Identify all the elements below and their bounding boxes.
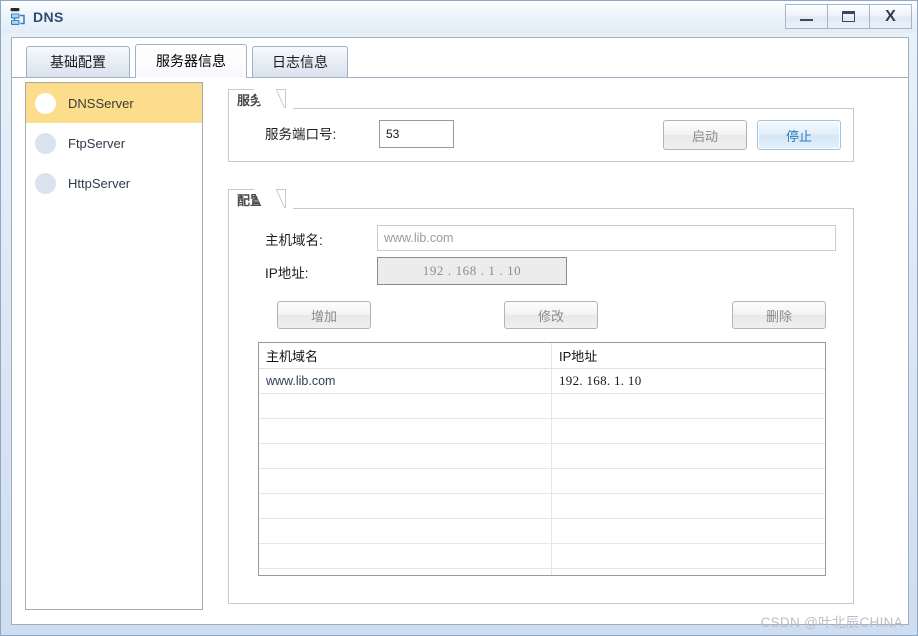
ip-address-input[interactable]: 192 . 168 . 1 . 10 — [377, 257, 567, 285]
tab-label: 日志信息 — [272, 52, 328, 72]
table-row[interactable]: www.lib.com 192. 168. 1. 10 — [259, 369, 825, 394]
maximize-icon — [842, 11, 855, 22]
client-area: 基础配置 服务器信息 日志信息 DNSServer FtpServer — [11, 37, 909, 625]
window-controls: X — [785, 4, 912, 29]
table-cell-ip — [552, 494, 825, 518]
table-cell-domain — [259, 544, 552, 568]
sidebar-item-ftpserver[interactable]: FtpServer — [26, 123, 202, 163]
start-service-button[interactable]: 启动 — [663, 120, 747, 150]
groupbox-border-cover — [229, 208, 293, 210]
table-header-ip: IP地址 — [552, 343, 825, 368]
server-list[interactable]: DNSServer FtpServer HttpServer — [25, 82, 203, 610]
service-groupbox: 服务 服务端口号: 53 启动 停止 — [228, 108, 854, 162]
table-cell-ip — [552, 569, 825, 576]
table-header-row: 主机域名 IP地址 — [259, 343, 825, 369]
table-cell-ip — [552, 444, 825, 468]
stop-button-label: 停止 — [786, 126, 812, 145]
table-cell-ip — [552, 394, 825, 418]
maximize-button[interactable] — [827, 4, 870, 29]
server-status-icon — [35, 173, 56, 194]
table-row[interactable] — [259, 569, 825, 576]
table-row[interactable] — [259, 419, 825, 444]
service-groupbox-title-tab: 服务 — [228, 89, 286, 109]
domain-name-placeholder: www.lib.com — [384, 231, 453, 245]
table-cell-domain — [259, 519, 552, 543]
table-cell-domain — [259, 419, 552, 443]
modify-button-label: 修改 — [538, 306, 564, 325]
service-port-value: 53 — [386, 127, 399, 141]
table-row[interactable] — [259, 444, 825, 469]
table-cell-domain — [259, 444, 552, 468]
modify-record-button[interactable]: 修改 — [504, 301, 598, 329]
table-cell-ip: 192. 168. 1. 10 — [552, 369, 825, 393]
table-cell-domain — [259, 394, 552, 418]
table-row[interactable] — [259, 494, 825, 519]
sidebar-item-label: HttpServer — [68, 177, 130, 190]
tab-server-info[interactable]: 服务器信息 — [135, 44, 247, 77]
minimize-button[interactable] — [785, 4, 828, 29]
sidebar-item-label: FtpServer — [68, 137, 125, 150]
table-cell-domain — [259, 569, 552, 576]
delete-button-label: 删除 — [766, 306, 792, 325]
table-row[interactable] — [259, 544, 825, 569]
watermark-text: CSDN @叶北辰CHINA — [761, 611, 903, 631]
table-cell-domain — [259, 469, 552, 493]
table-cell-ip — [552, 469, 825, 493]
close-button[interactable]: X — [869, 4, 912, 29]
groupbox-border-cover — [229, 108, 293, 110]
table-row[interactable] — [259, 469, 825, 494]
service-port-input[interactable]: 53 — [379, 120, 454, 148]
ip-address-label: IP地址: — [265, 267, 309, 281]
window-titlebar: DNS X — [1, 1, 918, 33]
table-cell-ip — [552, 419, 825, 443]
stop-service-button[interactable]: 停止 — [757, 120, 841, 150]
window-title: DNS — [33, 10, 64, 25]
sidebar-item-httpserver[interactable]: HttpServer — [26, 163, 202, 203]
table-cell-domain — [259, 494, 552, 518]
table-row[interactable] — [259, 519, 825, 544]
config-groupbox-title: 配置 — [237, 190, 263, 209]
sidebar-item-dnsserver[interactable]: DNSServer — [26, 83, 202, 123]
panel-body: DNSServer FtpServer HttpServer 服务 服务端口号: — [12, 78, 908, 624]
tab-active-connector — [136, 77, 246, 79]
service-groupbox-title: 服务 — [237, 90, 263, 109]
tab-label: 服务器信息 — [156, 51, 226, 71]
service-port-label: 服务端口号: — [265, 128, 336, 142]
minimize-icon — [800, 19, 813, 21]
sidebar-item-label: DNSServer — [68, 97, 134, 110]
tab-log-info[interactable]: 日志信息 — [252, 46, 348, 77]
table-cell-domain: www.lib.com — [259, 369, 552, 393]
ip-address-value: 192 . 168 . 1 . 10 — [423, 263, 522, 279]
table-cell-ip — [552, 519, 825, 543]
tab-basic-config[interactable]: 基础配置 — [26, 46, 130, 77]
dns-records-table[interactable]: 主机域名 IP地址 www.lib.com 192. 168. 1. 10 — [258, 342, 826, 576]
server-status-icon — [35, 93, 56, 114]
tab-label: 基础配置 — [50, 52, 106, 72]
server-status-icon — [35, 133, 56, 154]
start-button-label: 启动 — [692, 126, 718, 145]
dns-network-icon — [8, 6, 30, 28]
close-icon: X — [885, 9, 896, 25]
domain-name-input[interactable]: www.lib.com — [377, 225, 836, 251]
dns-application-window: DNS X 基础配置 服务器信息 日志信息 — [0, 0, 918, 636]
config-groupbox: 配置 主机域名: www.lib.com IP地址: 192 . 168 . 1… — [228, 208, 854, 604]
table-row[interactable] — [259, 394, 825, 419]
tab-bar: 基础配置 服务器信息 日志信息 — [12, 46, 908, 78]
domain-name-label: 主机域名: — [265, 234, 323, 248]
table-header-domain: 主机域名 — [259, 343, 552, 368]
table-cell-ip — [552, 544, 825, 568]
add-record-button[interactable]: 增加 — [277, 301, 371, 329]
add-button-label: 增加 — [311, 306, 337, 325]
delete-record-button[interactable]: 删除 — [732, 301, 826, 329]
config-groupbox-title-tab: 配置 — [228, 189, 286, 209]
